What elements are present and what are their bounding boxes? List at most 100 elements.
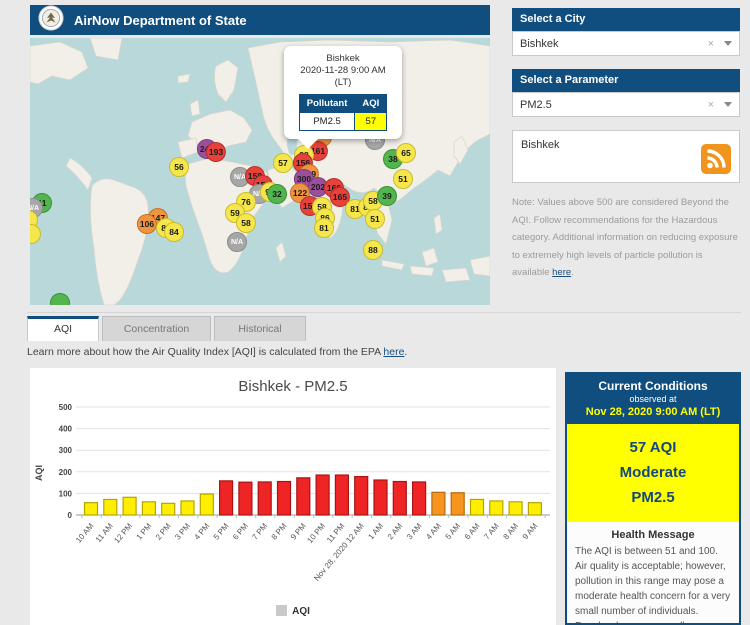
aqi-map-marker[interactable]: 32 — [267, 184, 287, 204]
x-axis-label: 4 PM — [192, 521, 211, 541]
x-axis-label: 6 PM — [231, 521, 250, 541]
x-axis-label: 4 AM — [424, 521, 443, 541]
chart-bar[interactable] — [85, 503, 98, 515]
chart-bar[interactable] — [432, 492, 445, 515]
y-axis-tick: 500 — [59, 403, 73, 412]
observed-at-datetime: Nov 28, 2020 9:00 AM (LT) — [570, 406, 736, 418]
learn-more-here-link[interactable]: here — [383, 346, 404, 358]
aqi-map-marker[interactable]: N/A — [227, 232, 247, 252]
aqi-map-marker[interactable]: 57 — [273, 153, 293, 173]
aqi-map-marker[interactable]: 58 — [236, 213, 256, 233]
aqi-map-marker[interactable]: 65 — [396, 143, 416, 163]
popup-aqi-value: 57 — [355, 112, 387, 130]
chart-bar[interactable] — [123, 497, 136, 515]
app-header: AirNow Department of State — [30, 5, 490, 35]
note-here-link[interactable]: here — [552, 267, 571, 278]
observed-at-label: observed at — [570, 394, 736, 404]
chart-bar[interactable] — [451, 493, 464, 515]
current-conditions-panel: Current Conditions observed at Nov 28, 2… — [565, 372, 741, 625]
chart-bar[interactable] — [393, 482, 406, 515]
chart-bar[interactable] — [220, 481, 233, 515]
city-select[interactable]: Bishkek × — [512, 31, 740, 56]
chart-bar[interactable] — [528, 503, 541, 515]
rss-feed-icon[interactable] — [701, 144, 731, 177]
state-department-seal-icon — [38, 5, 64, 36]
x-axis-label: 12 PM — [112, 521, 134, 545]
x-axis-label: 1 AM — [366, 521, 385, 541]
current-aqi-value: 57 AQI — [571, 436, 735, 461]
aqi-map-marker[interactable]: 51 — [365, 209, 385, 229]
chart-bar[interactable] — [104, 499, 117, 515]
tab-aqi[interactable]: AQI — [27, 316, 99, 341]
chart-bar[interactable] — [181, 501, 194, 515]
x-axis-label: 10 PM — [305, 521, 327, 545]
aqi-map-marker[interactable]: 39 — [377, 186, 397, 206]
chart-bar[interactable] — [374, 480, 387, 515]
popup-aqi-table: Pollutant AQI PM2.5 57 — [299, 94, 388, 131]
aqi-map-marker[interactable]: 51 — [393, 169, 413, 189]
aqi-map-marker[interactable]: 193 — [206, 142, 226, 162]
x-axis-label: 3 AM — [405, 521, 424, 541]
chart-bar[interactable] — [509, 502, 522, 515]
chart-bar[interactable] — [490, 501, 503, 515]
learn-more-before: Learn more about how the Air Quality Ind… — [27, 346, 383, 358]
x-axis-label: 1 PM — [135, 521, 154, 541]
current-conditions-header: Current Conditions observed at Nov 28, 2… — [567, 374, 739, 424]
chart-bar[interactable] — [297, 478, 310, 515]
chart-bar[interactable] — [142, 502, 155, 515]
chart-title: Bishkek - PM2.5 — [30, 368, 556, 395]
chart-bar[interactable] — [413, 482, 426, 515]
city-clear-icon[interactable]: × — [708, 38, 714, 50]
chart-bar[interactable] — [471, 499, 484, 515]
city-select-header: Select a City — [512, 8, 740, 31]
chart-bar[interactable] — [258, 482, 271, 515]
aqi-map-marker[interactable]: 84 — [164, 222, 184, 242]
chart-bar[interactable] — [239, 482, 252, 515]
y-axis-tick: 400 — [59, 425, 73, 434]
current-conditions-title: Current Conditions — [570, 379, 736, 393]
city-select-value: Bishkek — [520, 38, 708, 50]
page: AirNow Department of State — [0, 0, 750, 625]
aqi-map-marker[interactable]: 88 — [363, 240, 383, 260]
chart-bar[interactable] — [278, 482, 291, 515]
x-axis-label: 5 AM — [444, 521, 463, 541]
popup-datetime: 2020-11-28 9:00 AM — [288, 65, 398, 77]
popup-city: Bishkek — [288, 53, 398, 65]
chart-bar[interactable] — [335, 475, 348, 515]
y-axis-tick: 300 — [59, 446, 73, 455]
x-axis-label: 2 PM — [154, 521, 173, 541]
note-text: Note: Values above 500 are considered Be… — [512, 197, 738, 278]
world-map[interactable]: 11N/A56241193N/A158154N/A9532765958N/A14… — [30, 38, 490, 305]
parameter-chevron-down-icon[interactable] — [724, 102, 732, 107]
x-axis-label: 10 AM — [74, 521, 96, 544]
chart-bar[interactable] — [162, 503, 175, 515]
learn-more-after: . — [404, 346, 407, 358]
note-period: . — [571, 267, 574, 278]
aqi-note: Note: Values above 500 are considered Be… — [512, 194, 740, 282]
tab-concentration[interactable]: Concentration — [102, 316, 211, 341]
chart-bar[interactable] — [316, 475, 329, 515]
chart-bar[interactable] — [200, 494, 213, 515]
chart-legend: AQI — [30, 605, 556, 617]
y-axis-tick: 200 — [59, 468, 73, 477]
x-axis-label: 5 PM — [212, 521, 231, 541]
tab-bar: AQI Concentration Historical — [27, 312, 741, 341]
legend-swatch — [276, 605, 287, 616]
popup-pollutant-value: PM2.5 — [299, 112, 355, 130]
learn-more-text: Learn more about how the Air Quality Ind… — [27, 346, 407, 358]
x-axis-label: 8 PM — [270, 521, 289, 541]
aqi-map-marker[interactable]: 81 — [314, 218, 334, 238]
x-axis-label: 7 AM — [482, 521, 501, 541]
parameter-clear-icon[interactable]: × — [708, 99, 714, 111]
chart-bar[interactable] — [355, 477, 368, 515]
popup-col-aqi: AQI — [355, 94, 387, 112]
city-chevron-down-icon[interactable] — [724, 41, 732, 46]
x-axis-label: 6 AM — [463, 521, 482, 541]
tab-historical[interactable]: Historical — [214, 316, 306, 341]
aqi-map-marker[interactable]: 106 — [137, 214, 157, 234]
parameter-select[interactable]: PM2.5 × — [512, 92, 740, 117]
aqi-chart-svg: 0100200300400500AQI10 AM11 AM12 PM1 PM2 … — [30, 395, 556, 607]
x-axis-label: 8 AM — [502, 521, 521, 541]
aqi-map-marker[interactable]: 56 — [169, 157, 189, 177]
parameter-select-header: Select a Parameter — [512, 69, 740, 92]
